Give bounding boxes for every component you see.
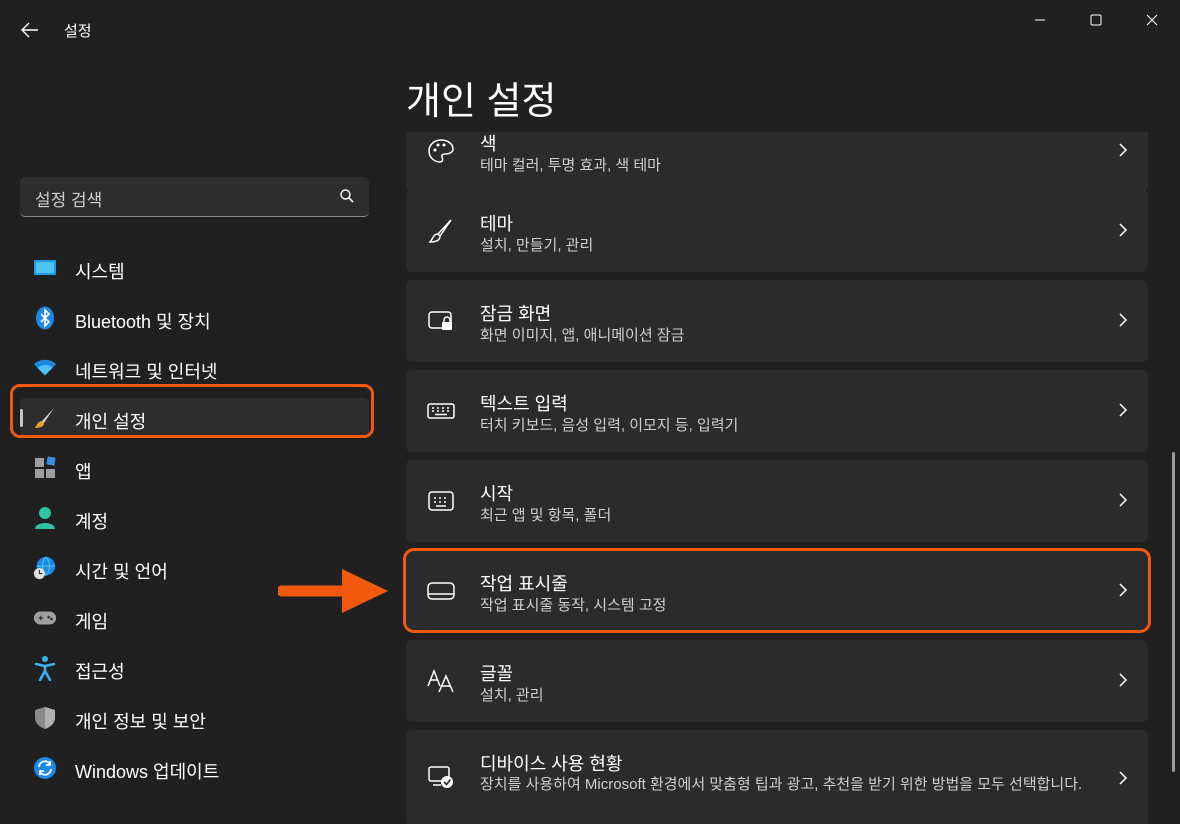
card-start[interactable]: 시작 최근 앱 및 항목, 폴더	[406, 460, 1148, 542]
card-subtitle: 테마 컬러, 투명 효과, 색 테마	[480, 157, 661, 174]
search-icon	[340, 189, 354, 203]
bluetooth-icon	[33, 306, 57, 330]
close-button[interactable]	[1123, 0, 1180, 40]
search-box[interactable]: 설정 검색	[20, 177, 369, 217]
fonts-icon	[426, 668, 456, 694]
accessibility-icon	[33, 656, 57, 681]
sidebar-item-label: 시간 및 언어	[75, 562, 168, 582]
card-subtitle: 장치를 사용하여 Microsoft 환경에서 맞춤형 팁과 광고, 추천을 받…	[480, 776, 1083, 793]
card-title: 잠금 화면	[480, 304, 552, 324]
card-device-usage[interactable]: 디바이스 사용 현황 장치를 사용하여 Microsoft 환경에서 맞춤형 팁…	[406, 730, 1148, 824]
sidebar-item-label: 접근성	[75, 662, 125, 682]
card-colors[interactable]: 색 테마 컬러, 투명 효과, 색 테마	[406, 132, 1148, 192]
scrollbar-thumb[interactable]	[1172, 452, 1175, 772]
chevron-right-icon	[1119, 583, 1128, 597]
keyboard-icon	[426, 398, 456, 424]
start-menu-icon	[426, 488, 456, 514]
chevron-right-icon	[1119, 771, 1128, 785]
back-button[interactable]	[14, 16, 46, 44]
sidebar-item-personalization[interactable]: 개인 설정	[20, 398, 369, 438]
card-title: 글꼴	[480, 664, 514, 684]
sidebar-item-label: 앱	[75, 462, 92, 482]
title-bar: 설정	[0, 0, 1180, 60]
card-subtitle: 터치 키보드, 음성 입력, 이모지 등, 입력기	[480, 417, 739, 434]
card-subtitle: 작업 표시줄 동작, 시스템 고정	[480, 597, 667, 614]
window-title: 설정	[64, 23, 92, 40]
card-lock-screen[interactable]: 잠금 화면 화면 이미지, 앱, 애니메이션 잠금	[406, 280, 1148, 362]
sidebar-item-windows-update[interactable]: Windows 업데이트	[20, 748, 369, 788]
card-subtitle: 설치, 만들기, 관리	[480, 237, 594, 254]
minimize-icon	[1034, 19, 1045, 21]
settings-list: 색 테마 컬러, 투명 효과, 색 테마 테마 설치, 만들기, 관리 잠금 화…	[406, 132, 1148, 824]
gamepad-icon	[33, 607, 57, 629]
sidebar-item-accounts[interactable]: 계정	[20, 498, 369, 538]
sidebar-item-privacy[interactable]: 개인 정보 및 보안	[20, 698, 369, 738]
chevron-right-icon	[1119, 223, 1128, 237]
globe-clock-icon	[33, 556, 57, 580]
sidebar-item-label: Bluetooth 및 장치	[75, 312, 211, 332]
card-text-input[interactable]: 텍스트 입력 터치 키보드, 음성 입력, 이모지 등, 입력기	[406, 370, 1148, 452]
brush-icon	[426, 218, 456, 244]
close-icon	[1146, 14, 1157, 26]
device-usage-icon	[426, 764, 456, 790]
sidebar-item-system[interactable]: 시스템	[20, 248, 369, 288]
selection-indicator	[20, 409, 23, 427]
sidebar-item-label: 계정	[75, 512, 109, 532]
sidebar-item-apps[interactable]: 앱	[20, 448, 369, 488]
card-title: 디바이스 사용 현황	[480, 754, 623, 774]
card-title: 작업 표시줄	[480, 574, 568, 594]
sidebar-item-label: 게임	[75, 612, 109, 632]
chevron-right-icon	[1119, 493, 1128, 507]
palette-icon	[426, 138, 456, 164]
lock-screen-icon	[426, 308, 456, 334]
card-title: 색	[480, 134, 497, 154]
maximize-icon	[1090, 14, 1101, 26]
apps-icon	[33, 456, 57, 479]
chevron-right-icon	[1119, 673, 1128, 687]
paintbrush-icon	[33, 407, 57, 429]
card-subtitle: 최근 앱 및 항목, 폴더	[480, 507, 612, 524]
card-title: 테마	[480, 214, 514, 234]
card-subtitle: 화면 이미지, 앱, 애니메이션 잠금	[480, 327, 685, 344]
sidebar-item-label: 시스템	[75, 262, 125, 282]
minimize-button[interactable]	[1011, 0, 1068, 40]
card-themes[interactable]: 테마 설치, 만들기, 관리	[406, 190, 1148, 272]
chevron-right-icon	[1119, 313, 1128, 327]
sidebar-item-network[interactable]: 네트워크 및 인터넷	[20, 348, 369, 388]
annotation-arrow-icon	[278, 569, 388, 613]
page-title: 개인 설정	[406, 81, 557, 123]
chevron-right-icon	[1119, 403, 1128, 417]
taskbar-icon	[426, 578, 456, 604]
card-subtitle: 설치, 관리	[480, 687, 544, 704]
back-arrow-icon	[21, 22, 38, 38]
system-monitor-icon	[33, 257, 57, 279]
card-fonts[interactable]: 글꼴 설치, 관리	[406, 640, 1148, 722]
sidebar-item-label: 개인 정보 및 보안	[75, 712, 206, 732]
sidebar-item-label: 네트워크 및 인터넷	[75, 362, 218, 382]
chevron-right-icon	[1119, 143, 1128, 157]
card-title: 텍스트 입력	[480, 394, 568, 414]
card-taskbar[interactable]: 작업 표시줄 작업 표시줄 동작, 시스템 고정	[406, 550, 1148, 632]
sidebar-item-accessibility[interactable]: 접근성	[20, 648, 369, 688]
sidebar-item-label: Windows 업데이트	[75, 762, 220, 782]
maximize-button[interactable]	[1067, 0, 1124, 40]
search-input[interactable]: 설정 검색	[35, 186, 102, 211]
sidebar-item-label: 개인 설정	[75, 412, 147, 432]
card-title: 시작	[480, 484, 514, 504]
update-icon	[33, 757, 57, 779]
account-icon	[33, 507, 57, 529]
sidebar-item-bluetooth[interactable]: Bluetooth 및 장치	[20, 298, 369, 338]
shield-icon	[33, 707, 57, 729]
wifi-icon	[33, 357, 57, 379]
